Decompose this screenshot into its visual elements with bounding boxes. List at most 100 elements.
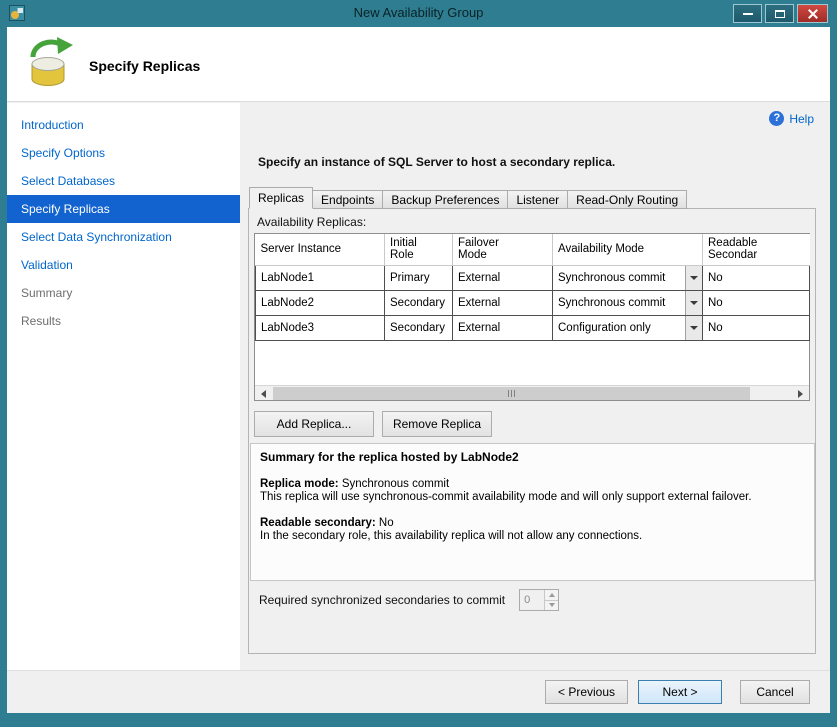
close-button[interactable] — [797, 4, 828, 23]
sidebar-item-introduction[interactable]: Introduction — [7, 111, 240, 139]
column-header-label: Availability Mode — [558, 243, 697, 255]
quorum-input — [520, 590, 544, 610]
tab-strip: Replicas Endpoints Backup Preferences Li… — [249, 187, 686, 209]
cell-readable-secondary[interactable]: No — [703, 315, 810, 340]
new-availability-group-window: New Availability Group Specify Replicas … — [0, 0, 837, 727]
replica-mode-value: Synchronous commit — [342, 478, 449, 490]
maximize-button[interactable] — [765, 4, 794, 23]
dialog-body: Specify Replicas Introduction Specify Op… — [7, 27, 830, 713]
thumb-grip — [508, 390, 509, 397]
dropdown-button[interactable] — [685, 266, 702, 290]
cell-failover-mode: External — [453, 265, 553, 290]
arrow-right-icon — [798, 390, 803, 398]
sidebar-item-specify-options[interactable]: Specify Options — [7, 139, 240, 167]
readable-secondary-description: In the secondary role, this availability… — [260, 530, 805, 543]
grid-row: LabNode3 Secondary External Configuratio… — [256, 315, 810, 340]
help-label: Help — [789, 112, 814, 126]
maximize-icon — [775, 10, 785, 18]
remove-replica-button[interactable]: Remove Replica — [382, 411, 492, 437]
scroll-left-button[interactable] — [256, 387, 271, 400]
cell-server-instance: LabNode1 — [256, 265, 385, 290]
combo-inner: Configuration only — [553, 316, 702, 340]
wizard-header: Specify Replicas — [7, 27, 830, 102]
close-icon — [807, 8, 819, 20]
column-header-availability-mode: Availability Mode — [553, 234, 703, 265]
spinner-buttons — [544, 590, 558, 610]
availability-replicas-grid: Server Instance Initial Role Failover Mo… — [254, 233, 810, 401]
column-header-label: Initial Role — [390, 237, 447, 261]
replica-summary-box: Summary for the replica hosted by LabNod… — [250, 443, 815, 581]
readable-secondary-label: Readable secondary: — [260, 517, 376, 529]
cell-failover-mode: External — [453, 315, 553, 340]
help-link[interactable]: ? Help — [769, 111, 814, 126]
cell-readable-secondary[interactable]: No — [703, 265, 810, 290]
grid-row: LabNode1 Primary External Synchronous co… — [256, 265, 810, 290]
combo-value: Configuration only — [553, 322, 685, 334]
cell-initial-role: Secondary — [385, 315, 453, 340]
wizard-steps-sidebar: Introduction Specify Options Select Data… — [7, 103, 240, 670]
horizontal-scrollbar[interactable] — [255, 385, 809, 400]
sidebar-item-select-data-sync[interactable]: Select Data Synchronization — [7, 223, 240, 251]
column-header-failover-mode: Failover Mode — [453, 234, 553, 265]
combo-inner: Synchronous commit — [553, 291, 702, 315]
combo-value: Synchronous commit — [553, 297, 685, 309]
replica-mode-line: Replica mode: Synchronous commit — [260, 478, 805, 491]
availability-mode-dropdown[interactable]: Synchronous commit — [553, 265, 703, 290]
titlebar: New Availability Group — [0, 0, 837, 27]
availability-group-icon — [21, 36, 75, 90]
cell-failover-mode: External — [453, 290, 553, 315]
instruction-text: Specify an instance of SQL Server to hos… — [258, 155, 615, 169]
scrollbar-thumb[interactable] — [273, 387, 750, 400]
tab-backup-preferences[interactable]: Backup Preferences — [382, 190, 508, 209]
tab-listener[interactable]: Listener — [507, 190, 568, 209]
tab-endpoints[interactable]: Endpoints — [312, 190, 383, 209]
tab-read-only-routing[interactable]: Read-Only Routing — [567, 190, 687, 209]
chevron-down-icon — [690, 326, 698, 330]
sidebar-item-select-databases[interactable]: Select Databases — [7, 167, 240, 195]
window-controls — [733, 4, 828, 23]
minimize-button[interactable] — [733, 4, 762, 23]
cancel-button[interactable]: Cancel — [740, 680, 810, 704]
combo-value: Synchronous commit — [553, 272, 685, 284]
readable-secondary-line: Readable secondary: No — [260, 517, 805, 530]
replicas-tab-panel: Availability Replicas: Server Instance I… — [248, 208, 816, 654]
quorum-label: Required synchronized secondaries to com… — [259, 593, 505, 607]
column-header-initial-role: Initial Role — [385, 234, 453, 265]
thumb-grip — [511, 390, 512, 397]
summary-title: Summary for the replica hosted by LabNod… — [260, 451, 805, 464]
column-header-label: Failover Mode — [458, 237, 547, 261]
quorum-spinner — [519, 589, 559, 611]
sidebar-item-specify-replicas[interactable]: Specify Replicas — [7, 195, 240, 223]
grid-row: LabNode2 Secondary External Synchronous … — [256, 290, 810, 315]
availability-replicas-label: Availability Replicas: — [257, 215, 366, 229]
previous-button[interactable]: < Previous — [545, 680, 628, 704]
cell-initial-role: Primary — [385, 265, 453, 290]
minimize-icon — [743, 13, 753, 15]
cell-server-instance: LabNode3 — [256, 315, 385, 340]
availability-mode-dropdown[interactable]: Synchronous commit — [553, 290, 703, 315]
cell-initial-role: Secondary — [385, 290, 453, 315]
main-content: ? Help Specify an instance of SQL Server… — [240, 103, 830, 670]
replica-mode-description: This replica will use synchronous-commit… — [260, 491, 805, 504]
add-replica-button[interactable]: Add Replica... — [254, 411, 374, 437]
spinner-up-button — [545, 590, 558, 600]
grid-header-row: Server Instance Initial Role Failover Mo… — [256, 234, 810, 265]
tab-replicas[interactable]: Replicas — [249, 187, 313, 209]
sidebar-item-summary: Summary — [7, 279, 240, 307]
arrow-left-icon — [261, 390, 266, 398]
dropdown-button[interactable] — [685, 291, 702, 315]
dropdown-button[interactable] — [685, 316, 702, 340]
wizard-footer: < Previous Next > Cancel — [7, 670, 830, 713]
availability-mode-dropdown[interactable]: Configuration only — [553, 315, 703, 340]
combo-inner: Synchronous commit — [553, 266, 702, 290]
sidebar-item-results: Results — [7, 307, 240, 335]
spinner-down-button — [545, 600, 558, 611]
column-header-label: Server Instance — [261, 243, 380, 255]
next-button[interactable]: Next > — [638, 680, 722, 704]
scroll-right-button[interactable] — [793, 387, 808, 400]
column-header-label: Readable Secondar — [708, 237, 805, 261]
sidebar-item-validation[interactable]: Validation — [7, 251, 240, 279]
thumb-grip — [514, 390, 515, 397]
page-title: Specify Replicas — [89, 58, 200, 74]
cell-readable-secondary[interactable]: No — [703, 290, 810, 315]
